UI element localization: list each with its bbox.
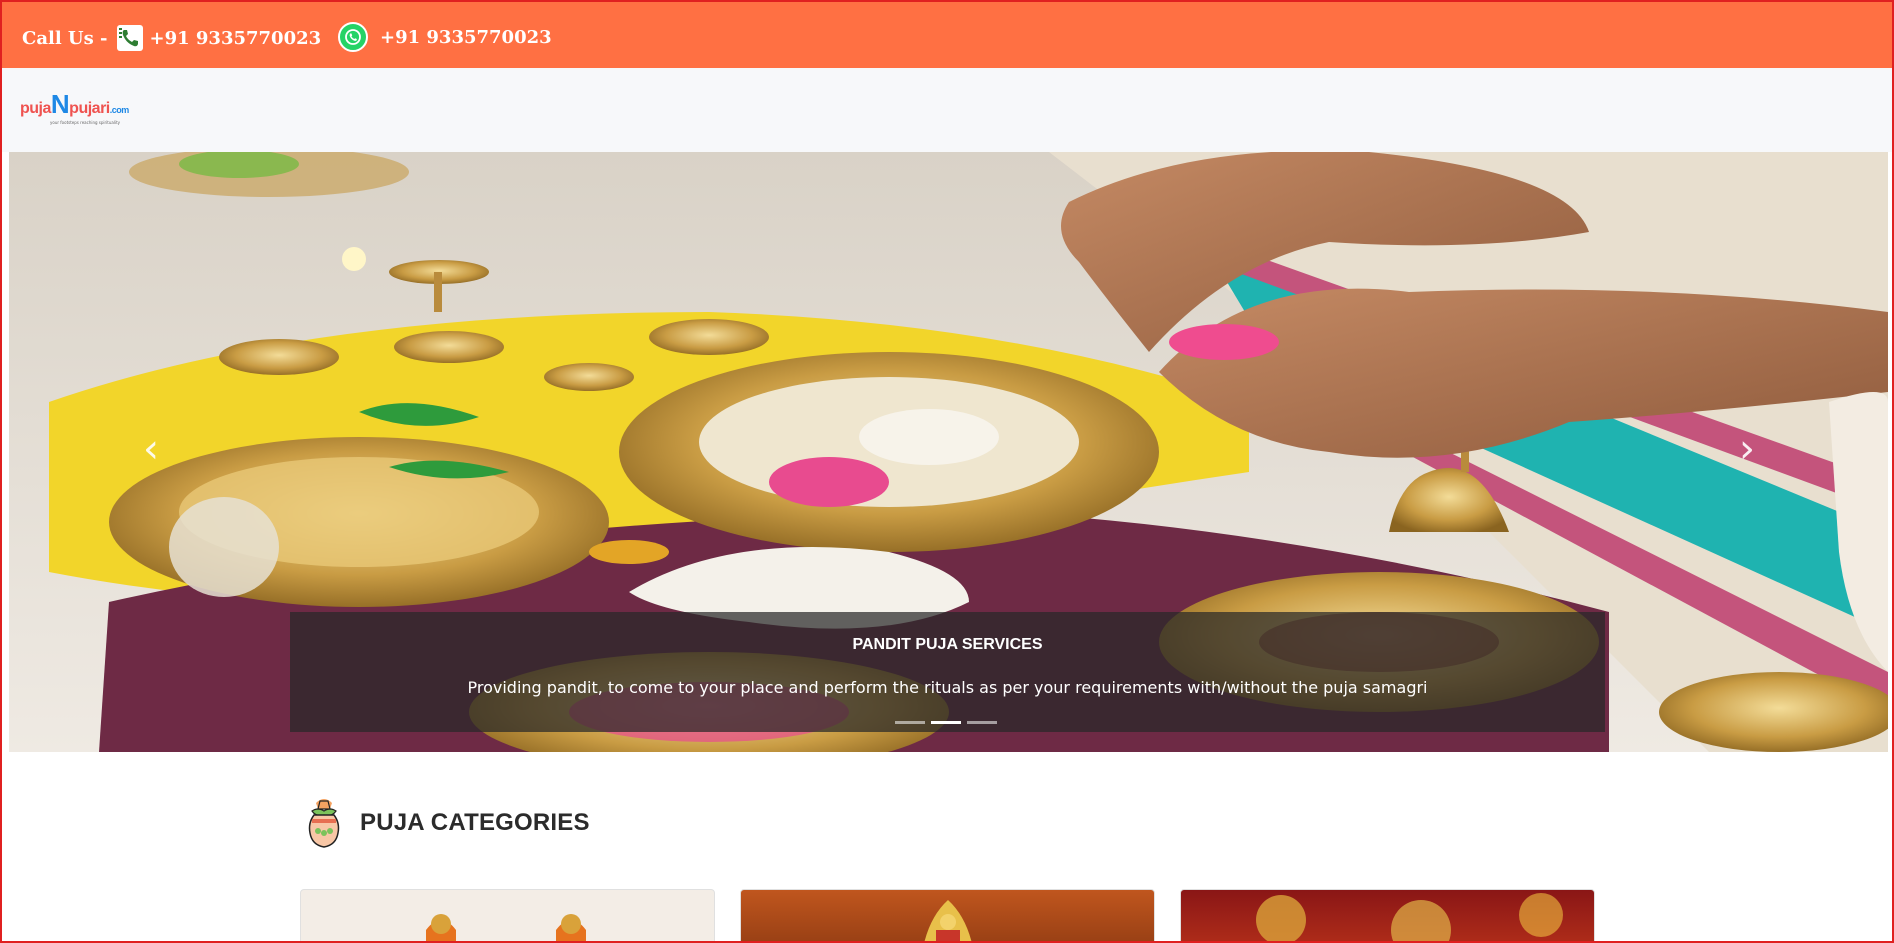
category-card[interactable] — [300, 889, 715, 941]
whatsapp-link[interactable]: +91 9335770023 — [338, 22, 552, 52]
hero-carousel: ‹ › PANDIT PUJA SERVICES Providing pandi… — [9, 152, 1888, 752]
call-number: +91 9335770023 — [149, 27, 322, 49]
carousel-prev-button[interactable]: ‹ — [131, 424, 171, 474]
logo-text-pujari: pujari — [69, 100, 110, 117]
logo-wordmark: pujaNpujari.com — [20, 91, 130, 120]
chevron-left-icon: ‹ — [143, 426, 159, 472]
chevron-right-icon: › — [1739, 426, 1755, 472]
site-logo[interactable]: pujaNpujari.com your footsteps reaching … — [20, 91, 130, 125]
call-us-link[interactable]: Call Us - +91 9335770023 — [22, 24, 321, 52]
contact-bar: Call Us - +91 9335770023 +91 9335770023 — [2, 2, 1892, 68]
category-cards — [300, 889, 1595, 941]
carousel-indicators — [895, 721, 997, 724]
category-card[interactable] — [1180, 889, 1595, 941]
carousel-indicator-3[interactable] — [967, 721, 997, 724]
category-card[interactable] — [740, 889, 1155, 941]
kalash-icon — [308, 799, 340, 848]
whatsapp-icon — [338, 22, 368, 52]
carousel-indicator-1[interactable] — [895, 721, 925, 724]
categories-heading: PUJA CATEGORIES — [360, 809, 590, 836]
category-image — [426, 914, 586, 941]
carousel-caption: PANDIT PUJA SERVICES Providing pandit, t… — [290, 612, 1605, 732]
caption-text: Providing pandit, to come to your place … — [467, 678, 1428, 697]
logo-tagline: your footsteps reaching spirituality — [50, 120, 121, 125]
call-us-label: Call Us - — [22, 27, 108, 49]
navbar: pujaNpujari.com your footsteps reaching … — [2, 68, 1892, 152]
page-frame: Call Us - +91 9335770023 +91 9335770023 … — [0, 0, 1894, 943]
carousel-indicator-2[interactable] — [931, 721, 961, 724]
logo-text-puja: puja — [20, 100, 51, 117]
carousel-next-button[interactable]: › — [1727, 424, 1767, 474]
categories-header: PUJA CATEGORIES — [302, 797, 590, 849]
caption-title: PANDIT PUJA SERVICES — [852, 636, 1043, 653]
phone-icon — [116, 24, 144, 52]
category-image — [924, 900, 972, 941]
whatsapp-number: +91 9335770023 — [380, 26, 552, 48]
logo-text-com: .com — [109, 105, 130, 115]
category-image — [1256, 893, 1563, 941]
logo-text-n: N — [50, 89, 70, 119]
